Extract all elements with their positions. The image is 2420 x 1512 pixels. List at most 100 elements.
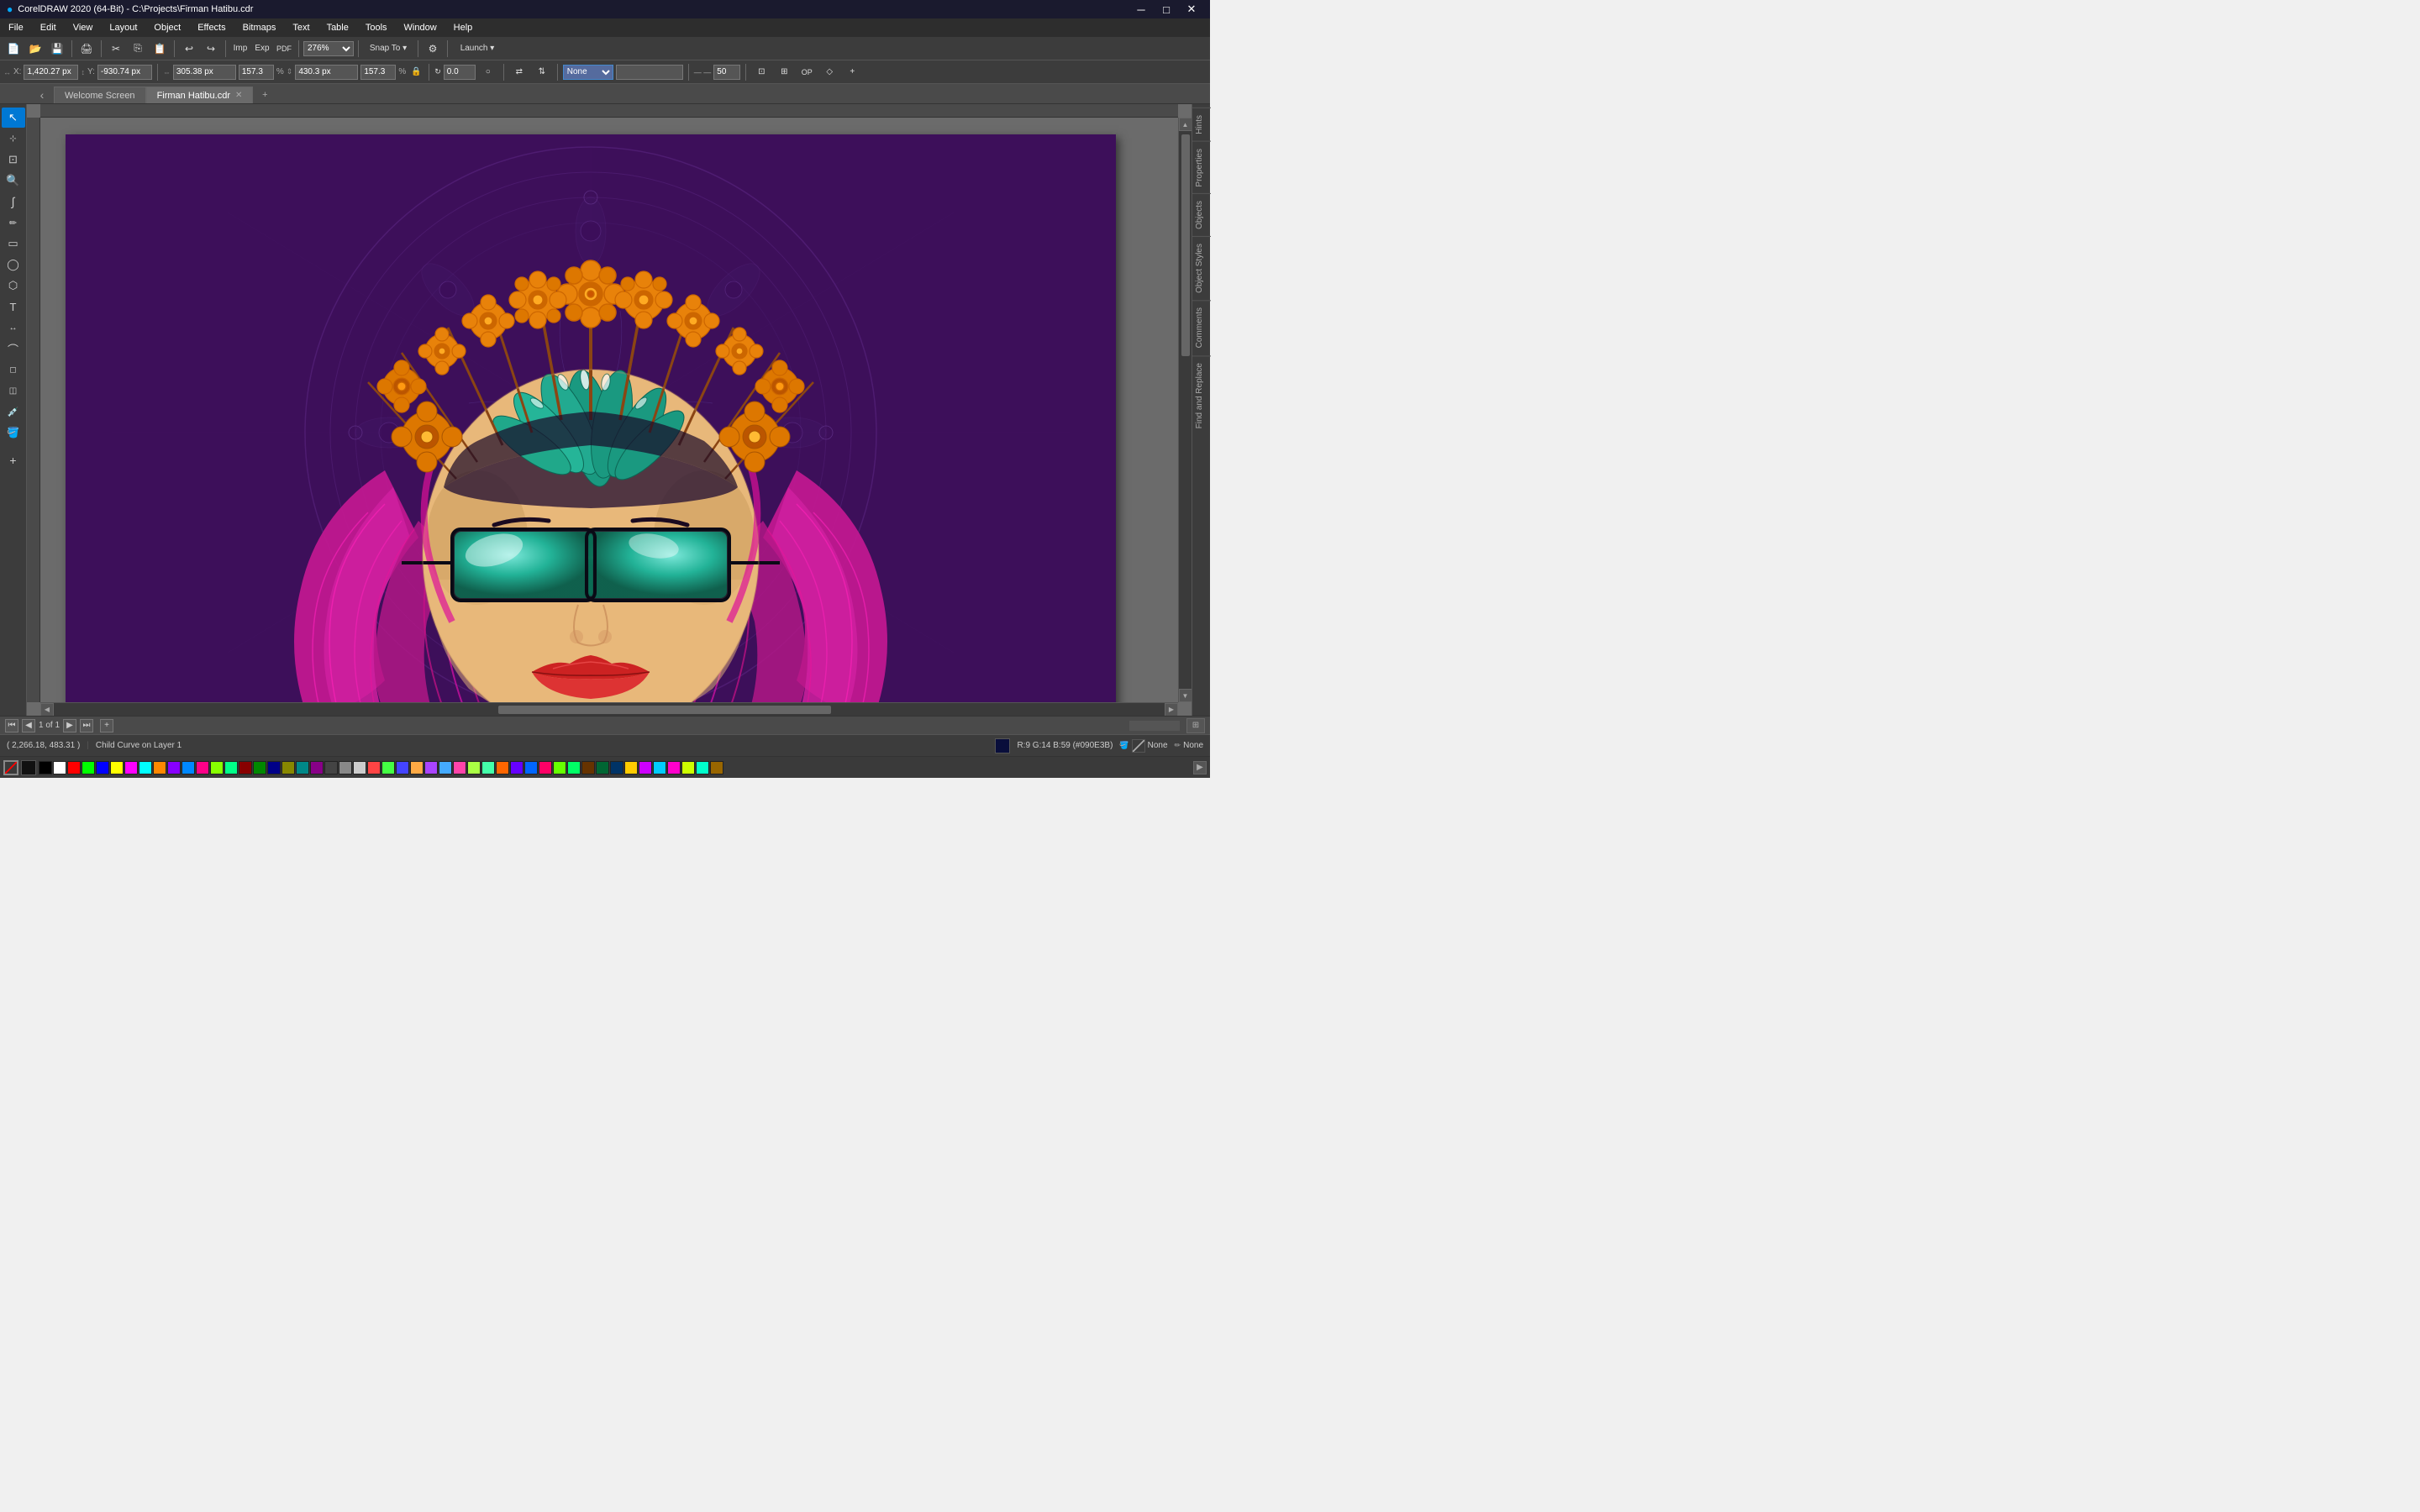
ellipse-tool[interactable]: ◯ bbox=[2, 255, 25, 275]
palette-swatch-7[interactable] bbox=[139, 761, 152, 774]
zoom-fit-btn[interactable]: ⊞ bbox=[1186, 718, 1205, 733]
menu-view[interactable]: View bbox=[65, 18, 102, 37]
palette-swatch-12[interactable] bbox=[210, 761, 224, 774]
palette-swatch-10[interactable] bbox=[182, 761, 195, 774]
palette-swatch-44[interactable] bbox=[667, 761, 681, 774]
palette-swatch-18[interactable] bbox=[296, 761, 309, 774]
palette-swatch-35[interactable] bbox=[539, 761, 552, 774]
palette-swatch-1[interactable] bbox=[53, 761, 66, 774]
launch-btn[interactable]: Launch ▾ bbox=[452, 39, 502, 58]
menu-help[interactable]: Help bbox=[445, 18, 481, 37]
canvas-area[interactable]: /* ruler ticks rendered by JS below */ bbox=[27, 104, 1192, 716]
palette-swatch-25[interactable] bbox=[396, 761, 409, 774]
redo-btn[interactable]: ↪ bbox=[201, 39, 221, 58]
vscroll-thumb[interactable] bbox=[1181, 134, 1190, 356]
palette-swatch-47[interactable] bbox=[710, 761, 723, 774]
page-last-btn[interactable]: ⏭ bbox=[80, 719, 93, 732]
palette-swatch-32[interactable] bbox=[496, 761, 509, 774]
y-input[interactable] bbox=[97, 65, 152, 80]
menu-table[interactable]: Table bbox=[318, 18, 357, 37]
objects-panel-tab[interactable]: Objects bbox=[1192, 193, 1211, 236]
palette-swatch-43[interactable] bbox=[653, 761, 666, 774]
palette-swatch-46[interactable] bbox=[696, 761, 709, 774]
paste-btn[interactable]: 📋 bbox=[150, 39, 170, 58]
curve-tool[interactable]: ∫ bbox=[2, 192, 25, 212]
properties-panel-tab[interactable]: Properties bbox=[1192, 141, 1211, 194]
tab-welcome[interactable]: Welcome Screen bbox=[54, 87, 146, 103]
import-btn[interactable]: Imp bbox=[230, 39, 250, 58]
h-scrollbar[interactable]: ◀ ▶ bbox=[40, 702, 1178, 716]
scale-stroke-btn[interactable]: ⊞ bbox=[774, 63, 794, 81]
black-swatch[interactable] bbox=[21, 760, 36, 775]
palette-swatch-19[interactable] bbox=[310, 761, 324, 774]
x-input[interactable] bbox=[24, 65, 78, 80]
palette-swatch-28[interactable] bbox=[439, 761, 452, 774]
add-node-btn[interactable]: + bbox=[842, 63, 862, 81]
palette-swatch-29[interactable] bbox=[453, 761, 466, 774]
fill-tool[interactable]: 🪣 bbox=[2, 423, 25, 443]
palette-swatch-3[interactable] bbox=[82, 761, 95, 774]
no-fill-swatch[interactable] bbox=[3, 760, 18, 775]
fill-select[interactable]: None bbox=[563, 65, 613, 80]
transparency-tool[interactable]: ◫ bbox=[2, 381, 25, 401]
palette-swatch-15[interactable] bbox=[253, 761, 266, 774]
w-pct-input[interactable] bbox=[239, 65, 274, 80]
h-input[interactable] bbox=[295, 65, 358, 80]
canvas-viewport[interactable] bbox=[40, 118, 1192, 716]
smart-fill-tool[interactable]: ✏ bbox=[2, 213, 25, 233]
zoom-tool[interactable]: 🔍 bbox=[2, 171, 25, 191]
palette-swatch-40[interactable] bbox=[610, 761, 623, 774]
menu-effects[interactable]: Effects bbox=[189, 18, 234, 37]
page-first-btn[interactable]: ⏮ bbox=[5, 719, 18, 732]
menu-layout[interactable]: Layout bbox=[101, 18, 145, 37]
add-page-btn[interactable]: + bbox=[2, 450, 25, 470]
hscroll-mini[interactable] bbox=[1129, 721, 1180, 731]
palette-swatch-45[interactable] bbox=[681, 761, 695, 774]
menu-edit[interactable]: Edit bbox=[32, 18, 65, 37]
outline-input[interactable] bbox=[616, 65, 683, 80]
palette-swatch-34[interactable] bbox=[524, 761, 538, 774]
parallel-dim-tool[interactable]: ↔ bbox=[2, 318, 25, 338]
rect-tool[interactable]: ▭ bbox=[2, 234, 25, 254]
crop-tool[interactable]: ⊡ bbox=[2, 150, 25, 170]
palette-swatch-2[interactable] bbox=[67, 761, 81, 774]
menu-file[interactable]: File bbox=[0, 18, 32, 37]
palette-swatch-13[interactable] bbox=[224, 761, 238, 774]
open-btn[interactable]: 📂 bbox=[25, 39, 45, 58]
connector-tool[interactable]: ⌒ bbox=[2, 339, 25, 359]
hscroll-right-btn[interactable]: ▶ bbox=[1165, 703, 1178, 717]
palette-swatch-26[interactable] bbox=[410, 761, 424, 774]
palette-swatch-41[interactable] bbox=[624, 761, 638, 774]
palette-swatch-9[interactable] bbox=[167, 761, 181, 774]
undo-btn[interactable]: ↩ bbox=[179, 39, 199, 58]
hints-panel-tab[interactable]: Hints bbox=[1192, 108, 1211, 141]
flip-h-btn[interactable]: ⇄ bbox=[509, 63, 529, 81]
palette-swatch-27[interactable] bbox=[424, 761, 438, 774]
vscroll-up-btn[interactable]: ▲ bbox=[1179, 118, 1192, 131]
nib-btn[interactable]: ◇ bbox=[819, 63, 839, 81]
outline-size-input[interactable] bbox=[713, 65, 740, 80]
palette-swatch-23[interactable] bbox=[367, 761, 381, 774]
pdf-btn[interactable]: PDF bbox=[274, 39, 294, 58]
palette-swatch-39[interactable] bbox=[596, 761, 609, 774]
save-btn[interactable]: 💾 bbox=[47, 39, 67, 58]
palette-swatch-31[interactable] bbox=[481, 761, 495, 774]
menu-object[interactable]: Object bbox=[145, 18, 189, 37]
menu-tools[interactable]: Tools bbox=[357, 18, 396, 37]
lock-proportions-btn[interactable]: 🔒 bbox=[408, 63, 424, 81]
hscroll-left-btn[interactable]: ◀ bbox=[40, 703, 54, 717]
hscroll-thumb[interactable] bbox=[498, 706, 830, 714]
snap-to-btn[interactable]: Snap To ▾ bbox=[363, 39, 413, 58]
w-input[interactable] bbox=[173, 65, 236, 80]
angle-input[interactable] bbox=[444, 65, 476, 80]
export-btn[interactable]: Exp bbox=[252, 39, 272, 58]
behind-fill-btn[interactable]: ⊡ bbox=[751, 63, 771, 81]
menu-bitmaps[interactable]: Bitmaps bbox=[234, 18, 285, 37]
palette-swatch-14[interactable] bbox=[239, 761, 252, 774]
tab-close-btn[interactable]: ✕ bbox=[235, 91, 242, 100]
comments-panel-tab[interactable]: Comments bbox=[1192, 300, 1211, 354]
palette-swatch-0[interactable] bbox=[39, 761, 52, 774]
palette-swatch-5[interactable] bbox=[110, 761, 124, 774]
cut-btn[interactable]: ✂ bbox=[106, 39, 126, 58]
v-scrollbar[interactable]: ▲ ▼ bbox=[1178, 118, 1192, 702]
